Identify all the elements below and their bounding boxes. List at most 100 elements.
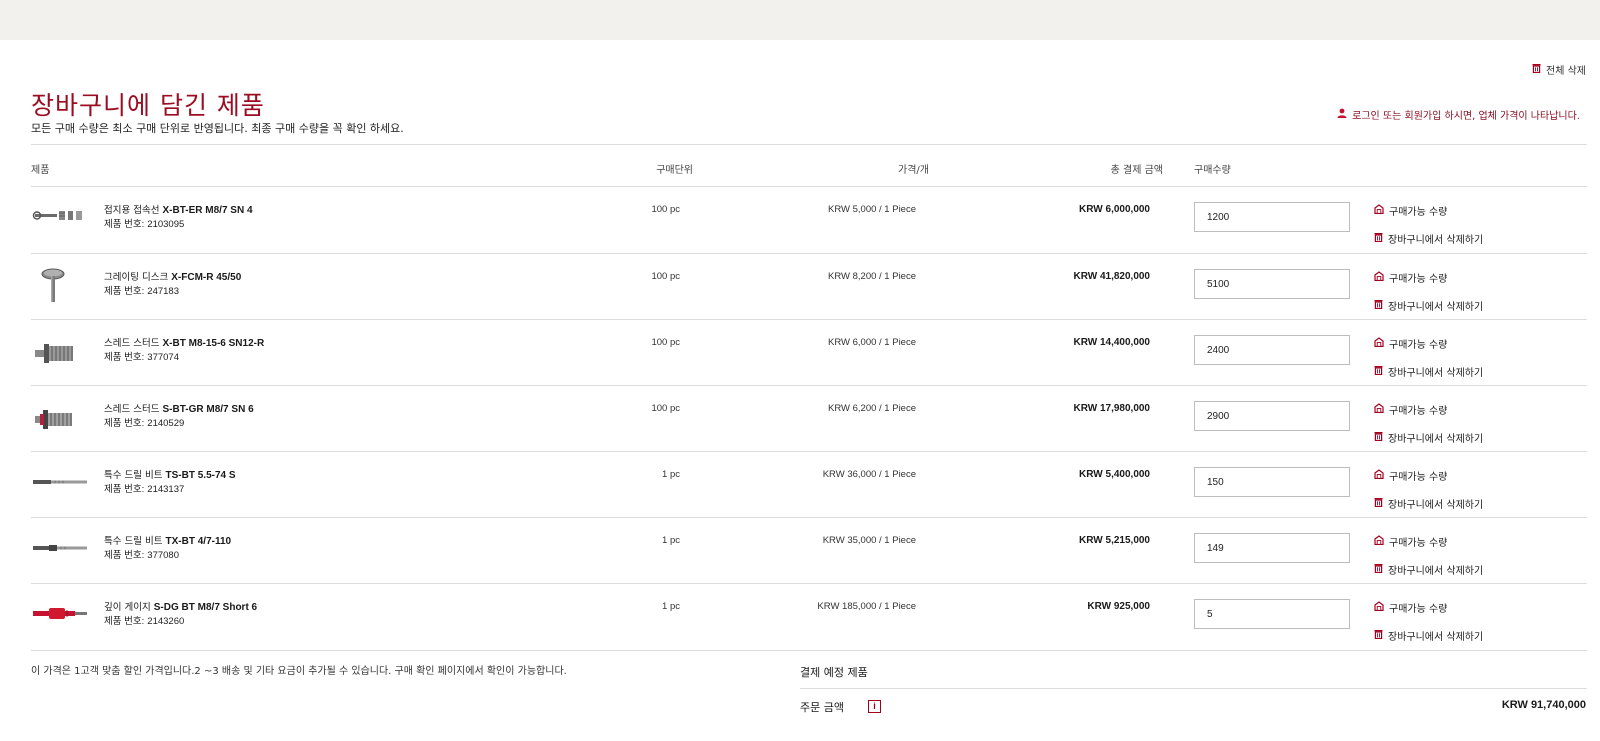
product-code: X-FCM-R 45/50 [171,272,242,283]
product-code: S-DG BT M8/7 Short 6 [153,602,258,613]
remove-from-cart-button[interactable]: 장바구니에서 삭제하기 [1374,231,1483,246]
trash-icon [1374,299,1383,312]
product-number-prefix: 제품 번호: [104,286,145,297]
table-row: 접지용 접속선 X-BT-ER M8/7 SN 4 제품 번호: 2103095… [31,187,1587,254]
drill-bit-stepped-icon [31,528,91,572]
table-row: 그레이팅 디스크 X-FCM-R 45/50 제품 번호: 247183 100… [31,254,1587,321]
unit-price: KRW 6,000 / 1 Piece [827,337,916,348]
available-quantity-label: 구매가능 수량 [1389,207,1448,218]
column-header-product: 제품 [31,165,50,176]
product-code: TS-BT 5.5-74 S [165,470,236,481]
quantity-input[interactable] [1194,335,1350,365]
column-header-price: 가격/개 [898,165,929,176]
remove-from-cart-label: 장바구니에서 삭제하기 [1388,434,1484,445]
remove-from-cart-button[interactable]: 장바구니에서 삭제하기 [1374,628,1483,643]
product-name-ko: 그레이팅 디스크 [104,272,169,283]
column-header-total: 총 결제 금액 [1110,165,1163,176]
product-number-value: 247183 [147,286,179,297]
remove-from-cart-button[interactable]: 장바구니에서 삭제하기 [1374,496,1483,511]
product-number-prefix: 제품 번호: [104,616,145,627]
threaded-stud-icon [31,330,91,374]
table-row: 특수 드릴 비트 TS-BT 5.5-74 S 제품 번호: 2143137 1… [31,452,1587,519]
warehouse-icon [1374,337,1384,350]
product-name[interactable]: 스레드 스터드 S-BT-GR M8/7 SN 6 [104,401,254,415]
product-name[interactable]: 접지용 접속선 X-BT-ER M8/7 SN 4 [104,202,253,216]
product-name[interactable]: 그레이팅 디스크 X-FCM-R 45/50 [104,269,241,283]
quantity-input[interactable] [1194,202,1350,232]
available-quantity-label: 구매가능 수량 [1389,538,1448,549]
available-quantity-link[interactable]: 구매가능 수량 [1374,534,1447,549]
user-icon [1337,108,1347,121]
product-number: 제품 번호: 2103095 [104,216,184,230]
warehouse-icon [1374,403,1384,416]
order-amount-label: 주문 금액 [800,701,844,714]
product-number-value: 377080 [147,550,179,561]
login-note[interactable]: 로그인 또는 회원가입 하시면, 업체 가격이 나타납니다. [1337,107,1580,122]
product-number-value: 377074 [147,352,179,363]
product-number-prefix: 제품 번호: [104,352,145,363]
available-quantity-link[interactable]: 구매가능 수량 [1374,402,1447,417]
product-code: TX-BT 4/7-110 [165,536,232,547]
remove-from-cart-button[interactable]: 장바구니에서 삭제하기 [1374,364,1483,379]
remove-from-cart-label: 장바구니에서 삭제하기 [1388,500,1484,511]
product-name[interactable]: 스레드 스터드 X-BT M8-15-6 SN12-R [104,335,264,349]
unit-price: KRW 5,000 / 1 Piece [827,204,916,215]
summary-divider [800,688,1587,689]
product-name-ko: 특수 드릴 비트 [104,536,163,547]
product-name[interactable]: 깊이 게이지 S-DG BT M8/7 Short 6 [104,599,257,613]
trash-icon [1374,563,1383,576]
quantity-input[interactable] [1194,401,1350,431]
remove-from-cart-label: 장바구니에서 삭제하기 [1388,302,1484,313]
quantity-input[interactable] [1194,533,1350,563]
column-header-qty: 구매수량 [1194,165,1231,176]
warehouse-icon [1374,535,1384,548]
available-quantity-link[interactable]: 구매가능 수량 [1374,468,1447,483]
product-code: X-BT M8-15-6 SN12-R [162,338,265,349]
product-number-prefix: 제품 번호: [104,484,145,495]
order-amount-value: KRW 91,740,000 [1501,699,1586,711]
unit-price: KRW 8,200 / 1 Piece [827,271,916,282]
available-quantity-label: 구매가능 수량 [1389,604,1448,615]
warehouse-icon [1374,601,1384,614]
warehouse-icon [1374,271,1384,284]
product-name[interactable]: 특수 드릴 비트 TX-BT 4/7-110 [104,533,231,547]
product-number-value: 2103095 [147,219,185,230]
product-number-prefix: 제품 번호: [104,550,145,561]
available-quantity-label: 구매가능 수량 [1389,340,1448,351]
unit-price: KRW 6,200 / 1 Piece [827,403,916,414]
available-quantity-link[interactable]: 구매가능 수량 [1374,270,1447,285]
table-row: 특수 드릴 비트 TX-BT 4/7-110 제품 번호: 377080 1 p… [31,518,1587,585]
table-row: 깊이 게이지 S-DG BT M8/7 Short 6 제품 번호: 21432… [31,584,1587,651]
purchase-unit: 100 pc [651,271,680,282]
delete-all-button[interactable]: 전체 삭제 [1532,62,1586,77]
available-quantity-link[interactable]: 구매가능 수량 [1374,203,1447,218]
product-number-value: 2143260 [147,616,185,627]
remove-from-cart-button[interactable]: 장바구니에서 삭제하기 [1374,298,1483,313]
product-name[interactable]: 특수 드릴 비트 TS-BT 5.5-74 S [104,467,236,481]
page-title: 장바구니에 담긴 제품 [31,91,265,120]
purchase-unit: 100 pc [651,204,680,215]
product-number: 제품 번호: 2143260 [104,613,184,627]
product-number-prefix: 제품 번호: [104,418,145,429]
line-total: KRW 17,980,000 [1073,403,1150,414]
table-row: 스레드 스터드 X-BT M8-15-6 SN12-R 제품 번호: 37707… [31,320,1587,387]
purchase-unit: 1 pc [662,601,680,612]
product-number-value: 2143137 [147,484,185,495]
product-number-prefix: 제품 번호: [104,219,145,230]
purchase-unit: 100 pc [651,337,680,348]
available-quantity-link[interactable]: 구매가능 수량 [1374,600,1447,615]
quantity-input[interactable] [1194,269,1350,299]
quantity-input[interactable] [1194,599,1350,629]
line-total: KRW 14,400,000 [1073,337,1150,348]
available-quantity-link[interactable]: 구매가능 수량 [1374,336,1447,351]
info-icon[interactable]: i [868,700,881,713]
column-header-unit: 구매단위 [656,165,693,176]
remove-from-cart-button[interactable]: 장바구니에서 삭제하기 [1374,430,1483,445]
product-number: 제품 번호: 377074 [104,349,179,363]
remove-from-cart-button[interactable]: 장바구니에서 삭제하기 [1374,562,1483,577]
trash-icon [1532,63,1541,76]
product-name-ko: 특수 드릴 비트 [104,470,163,481]
quantity-input[interactable] [1194,467,1350,497]
trash-icon [1374,431,1383,444]
depth-gauge-icon [31,594,91,638]
